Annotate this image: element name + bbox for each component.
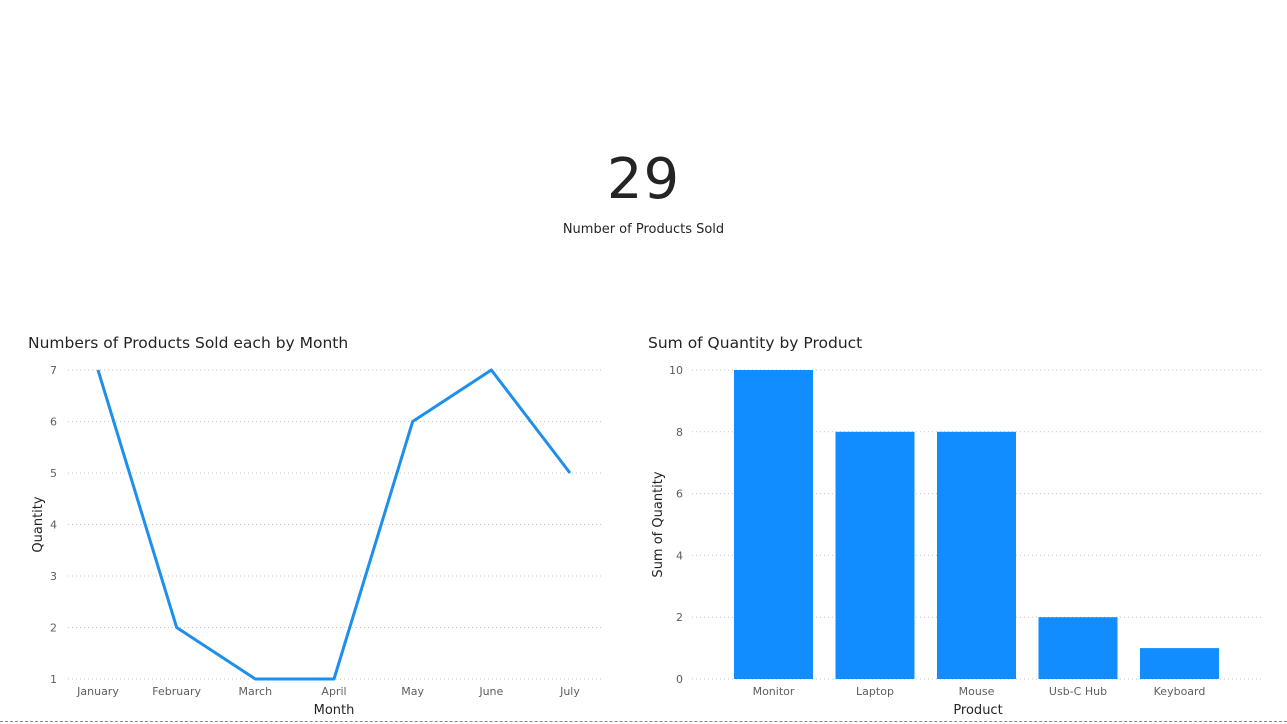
kpi-card[interactable]: 29 Number of Products Sold [0, 140, 1287, 237]
bar-mouse [937, 431, 1016, 679]
bar-usb-c-hub [1038, 617, 1118, 679]
y-tick-label: 4 [676, 549, 683, 562]
y-tick-label: 3 [50, 570, 57, 583]
x-tick-label: January [76, 685, 119, 698]
y-tick-label: 7 [50, 364, 57, 377]
y-axis-label: Quantity [31, 496, 46, 552]
kpi-label: Number of Products Sold [562, 222, 725, 237]
y-tick-label: 2 [676, 611, 683, 624]
bar-laptop [835, 431, 915, 679]
y-tick-label: 8 [676, 426, 683, 439]
x-tick-label: March [239, 685, 273, 698]
kpi-value: 29 [606, 147, 681, 212]
y-axis-label: Sum of Quantity [651, 471, 666, 577]
y-tick-label: 0 [676, 673, 683, 686]
x-tick-label: Monitor [753, 685, 795, 698]
page-bottom-border [0, 721, 1287, 722]
line-chart[interactable]: 1 2 3 4 5 6 7 January February March April May June J… [0, 355, 620, 721]
y-tick-label: 5 [50, 467, 57, 480]
x-tick-label: Laptop [856, 685, 894, 698]
x-tick-label: July [559, 685, 580, 698]
x-tick-label: May [401, 685, 424, 698]
bar-chart-title: Sum of Quantity by Product [648, 334, 863, 352]
y-tick-label: 1 [50, 673, 57, 686]
x-tick-label: Usb-C Hub [1049, 685, 1107, 698]
y-tick-label: 6 [676, 488, 683, 501]
x-tick-label: April [321, 685, 346, 698]
bar-chart[interactable]: 0 2 4 6 8 10 Monitor Laptop Mouse Usb-C Hub Keyboa… [630, 355, 1270, 721]
y-tick-label: 2 [50, 622, 57, 635]
x-tick-label: June [478, 685, 503, 698]
y-tick-label: 6 [50, 416, 57, 429]
x-tick-label: Mouse [959, 685, 995, 698]
x-tick-label: Keyboard [1154, 685, 1206, 698]
x-axis-label: Month [314, 703, 355, 718]
x-tick-label: February [152, 685, 201, 698]
bar-monitor [734, 370, 813, 679]
bar-keyboard [1140, 648, 1219, 679]
y-tick-label: 10 [669, 364, 683, 377]
x-axis-label: Product [953, 703, 1002, 718]
y-tick-label: 4 [50, 519, 57, 532]
line-chart-title: Numbers of Products Sold each by Month [28, 334, 349, 352]
